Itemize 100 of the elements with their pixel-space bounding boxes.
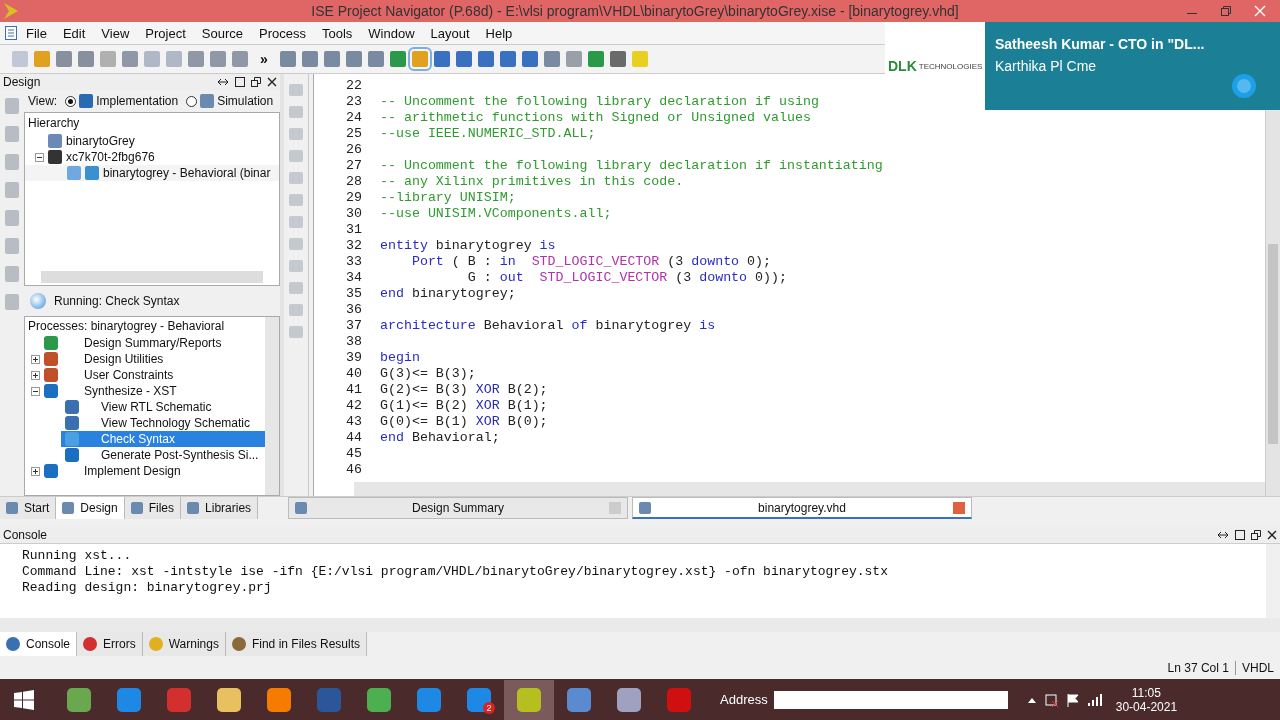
notification-message: Karthika Pl Cme (995, 58, 1098, 74)
menu-item[interactable]: Source (193, 25, 251, 41)
logo-subtext: TECHNOLOGIES (918, 61, 983, 71)
console-tab[interactable]: Console (0, 632, 78, 656)
toolbar-icon[interactable] (521, 51, 538, 67)
process-icon (44, 336, 58, 350)
horizontal-scrollbar[interactable] (0, 618, 1280, 632)
menu-item[interactable]: Project (137, 25, 194, 41)
tree-item[interactable]: binarytoGrey (66, 134, 135, 148)
menu-item[interactable]: Edit (54, 25, 94, 41)
menu-item[interactable]: Window (360, 25, 423, 41)
console-line: Running xst... (22, 548, 133, 564)
panel-title: Design (3, 75, 41, 89)
network-icon[interactable] (1043, 692, 1058, 707)
code-line: entity binarytogrey is (379, 238, 556, 254)
toolbar-icon[interactable] (345, 51, 362, 67)
tree-item[interactable]: Check Syntax (61, 431, 265, 447)
tree-item[interactable]: View Technology Schematic (61, 415, 265, 431)
panel-tab[interactable]: Libraries (181, 497, 259, 519)
toolbar-icon[interactable] (279, 51, 296, 67)
toolbar-icon[interactable] (565, 51, 582, 67)
menu-item[interactable]: Layout (422, 25, 478, 41)
menu-item[interactable]: Help (477, 25, 521, 41)
tree-item[interactable]: Design Summary/Reports (82, 336, 224, 350)
vertical-scrollbar[interactable] (1266, 544, 1280, 618)
toolbar-icon[interactable] (477, 51, 494, 67)
vhdl-file-icon (67, 166, 81, 180)
signal-icon[interactable] (1087, 693, 1102, 706)
console-line: Reading design: binarytogrey.prj (22, 580, 273, 596)
tree-item[interactable]: User Constraints (82, 368, 176, 382)
toolbar-icon[interactable] (609, 51, 626, 67)
code-line: begin (379, 350, 420, 366)
address-field[interactable] (773, 690, 1008, 709)
expand-toggle[interactable] (31, 466, 40, 476)
code-line: --use IEEE.NUMERIC_STD.ALL; (379, 126, 596, 142)
toolbar-icon[interactable] (499, 51, 516, 67)
tree-item[interactable]: Implement Design (82, 464, 183, 478)
toolbar-icon[interactable] (323, 51, 340, 67)
chevron-up-icon[interactable] (1027, 696, 1036, 703)
console-tab[interactable]: Warnings (142, 632, 226, 656)
tree-item[interactable]: Generate Post-Synthesis Si... (61, 447, 265, 463)
collapse-toggle[interactable] (35, 152, 44, 162)
maximize-icon[interactable] (235, 77, 245, 87)
toolbar-icon[interactable] (433, 51, 450, 67)
windows-start-icon[interactable] (14, 689, 34, 710)
menu-item[interactable]: Tools (313, 25, 361, 41)
toolbar-icon[interactable] (367, 51, 384, 67)
process-icon (44, 352, 58, 366)
view-radio[interactable]: Simulation (186, 94, 274, 108)
tree-item[interactable]: xc7k70t-2fbg676 (66, 150, 155, 164)
module-icon (85, 166, 99, 180)
app-logo-icon (4, 3, 18, 19)
tree-item[interactable]: View RTL Schematic (61, 399, 265, 415)
toolbar-icon[interactable] (543, 51, 560, 67)
panel-tab[interactable]: Start (0, 497, 57, 519)
panel-tab[interactable]: Design (56, 497, 125, 519)
clock-time[interactable]: 11:05 (1131, 685, 1161, 700)
code-line: G : out STD_LOGIC_VECTOR (3 downto 0)); (466, 270, 787, 286)
console-tab[interactable]: Find in Files Results (225, 632, 367, 656)
console-tab[interactable]: Errors (77, 632, 143, 656)
toolbar-icon[interactable] (587, 51, 604, 67)
expand-toggle[interactable] (31, 386, 40, 396)
console-line: Command Line: xst -intstyle ise -ifn {E:/vlsi program/VHDL/binarytoGrey/binarytogrey.xst} -ofn binarytogrey.stx (22, 564, 889, 580)
close-icon[interactable] (267, 77, 277, 87)
document-icon (4, 25, 18, 41)
code-line: end Behavioral; (379, 430, 500, 446)
flag-icon[interactable] (1065, 692, 1080, 707)
code-line: G(3)<= B(3); (379, 366, 476, 382)
maximize-icon[interactable] (1235, 530, 1245, 540)
restore-icon[interactable] (1220, 5, 1232, 17)
toolbar-icon[interactable] (389, 51, 406, 67)
view-radio[interactable]: Implementation (65, 94, 179, 108)
tree-item[interactable]: Synthesize - XST (82, 384, 179, 398)
horizontal-scrollbar[interactable] (41, 271, 263, 283)
window-title: ISE Project Navigator (P.68d) - E:\vlsi program\VHDL\binarytoGrey\binarytoGrey.xise - [binarytogrey.vhd] (310, 3, 960, 19)
vertical-scrollbar[interactable] (265, 317, 279, 495)
tree-item[interactable]: Design Utilities (82, 352, 166, 366)
notification-toast[interactable]: Satheesh Kumar - CTO in "DL... Karthika Pl Cme (985, 22, 1280, 110)
code-line: end binarytogrey; (379, 286, 516, 302)
toolbar-overflow[interactable]: » (254, 51, 274, 67)
panel-tab[interactable]: Files (124, 497, 182, 519)
expand-toggle[interactable] (31, 354, 40, 364)
move-icon[interactable] (1217, 530, 1229, 540)
menu-item[interactable]: Process (251, 25, 314, 41)
toolbar-icon[interactable] (455, 51, 472, 67)
code-line: G(2)<= B(3) XOR B(2); (379, 382, 548, 398)
menu-item[interactable]: View (93, 25, 138, 41)
float-icon[interactable] (1251, 530, 1261, 540)
editor-tab[interactable]: Design Summary (288, 497, 628, 519)
editor-tab[interactable]: binarytogrey.vhd (632, 497, 972, 519)
spinner-icon (30, 293, 46, 309)
taskbar-app-icon[interactable] (504, 679, 554, 720)
expand-toggle[interactable] (31, 370, 40, 380)
toolbar-icon[interactable] (301, 51, 318, 67)
close-icon[interactable] (1267, 530, 1277, 540)
clock-date[interactable]: 30-04-2021 (1115, 699, 1178, 714)
horizontal-scrollbar[interactable] (354, 482, 1265, 496)
menu-item[interactable]: File (18, 25, 55, 41)
move-icon[interactable] (217, 77, 229, 87)
float-icon[interactable] (251, 77, 261, 87)
